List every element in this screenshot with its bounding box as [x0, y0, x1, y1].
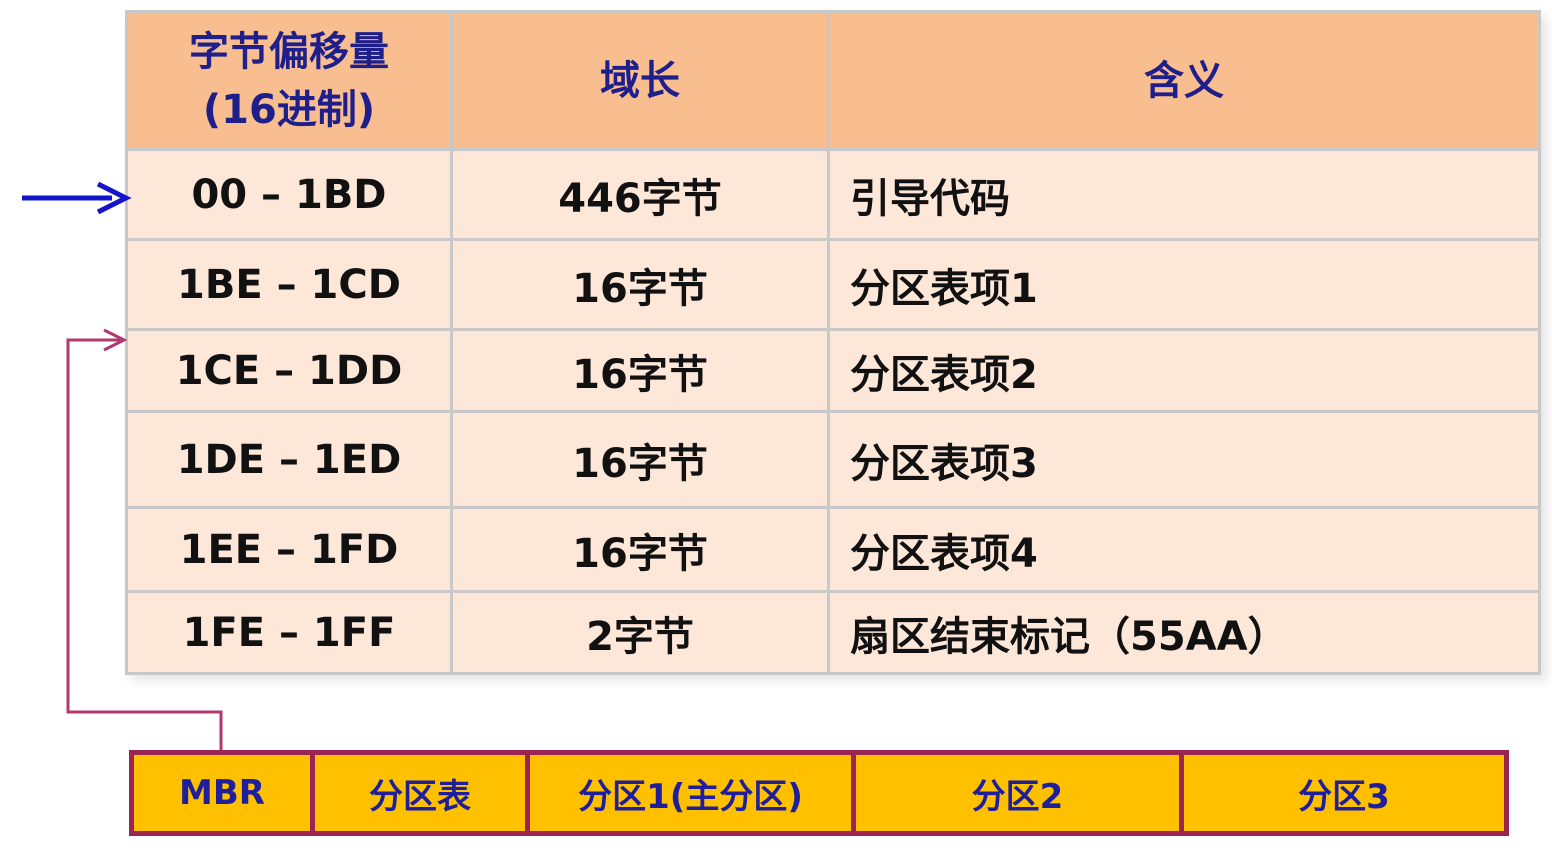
table-row: 1CE – 1DD 16字节 分区表项2 — [125, 328, 1541, 413]
disk-cell-partition-1: 分区1(主分区) — [530, 755, 856, 831]
header-offset-line2: (16进制) — [202, 86, 376, 133]
meaning-cell: 分区表项4 — [827, 506, 1541, 593]
length-cell: 16字节 — [450, 410, 830, 509]
length-cell: 446字节 — [450, 148, 830, 241]
table-row: 1DE – 1ED 16字节 分区表项3 — [125, 410, 1541, 509]
header-meaning: 含义 — [827, 10, 1541, 151]
offset-cell: 1EE – 1FD — [125, 506, 453, 593]
table-row: 1BE – 1CD 16字节 分区表项1 — [125, 238, 1541, 331]
header-offset-line1: 字节偏移量 — [189, 28, 389, 75]
disk-cell-mbr: MBR — [134, 755, 315, 831]
offset-cell: 1FE – 1FF — [125, 590, 453, 675]
table-row: 00 – 1BD 446字节 引导代码 — [125, 148, 1541, 241]
length-cell: 2字节 — [450, 590, 830, 675]
meaning-cell: 分区表项2 — [827, 328, 1541, 413]
meaning-cell: 扇区结束标记（55AA） — [827, 590, 1541, 675]
length-cell: 16字节 — [450, 238, 830, 331]
length-cell: 16字节 — [450, 328, 830, 413]
meaning-cell: 分区表项3 — [827, 410, 1541, 509]
disk-layout-bar: MBR 分区表 分区1(主分区) 分区2 分区3 — [129, 750, 1509, 836]
header-length: 域长 — [450, 10, 830, 151]
table-row: 1EE – 1FD 16字节 分区表项4 — [125, 506, 1541, 593]
offset-cell: 1CE – 1DD — [125, 328, 453, 413]
offset-cell: 1DE – 1ED — [125, 410, 453, 509]
disk-cell-partition-2: 分区2 — [856, 755, 1184, 831]
meaning-cell: 引导代码 — [827, 148, 1541, 241]
mbr-structure-table: 字节偏移量 (16进制) 域长 含义 00 – 1BD 446字节 引导代码 1… — [125, 10, 1541, 675]
offset-cell: 00 – 1BD — [125, 148, 453, 241]
table-row: 1FE – 1FF 2字节 扇区结束标记（55AA） — [125, 590, 1541, 675]
table-header-row: 字节偏移量 (16进制) 域长 含义 — [125, 10, 1541, 151]
boot-code-arrow — [22, 181, 132, 215]
header-offset: 字节偏移量 (16进制) — [125, 10, 453, 151]
disk-cell-partition-table: 分区表 — [315, 755, 530, 831]
disk-cell-partition-3: 分区3 — [1298, 776, 1390, 817]
length-cell: 16字节 — [450, 506, 830, 593]
meaning-cell: 分区表项1 — [827, 238, 1541, 331]
offset-cell: 1BE – 1CD — [125, 238, 453, 331]
